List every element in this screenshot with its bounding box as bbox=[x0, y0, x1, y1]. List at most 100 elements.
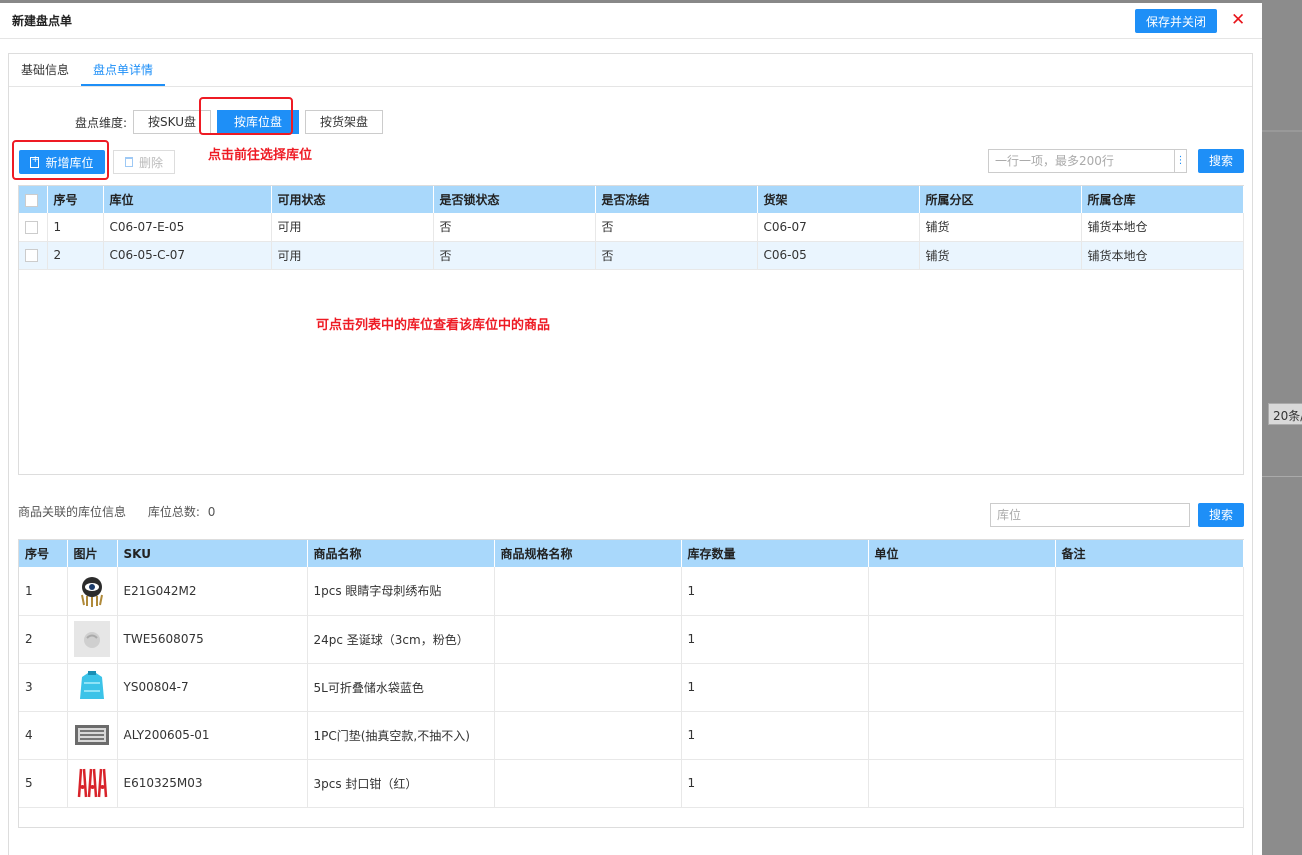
note-cell bbox=[1055, 615, 1244, 664]
product-name-cell: 5L可折叠储水袋蓝色 bbox=[307, 663, 495, 712]
product-table-header: 序号 图片 SKU 商品名称 商品规格名称 库存数量 单位 备注 bbox=[19, 540, 1244, 567]
unit-cell bbox=[868, 711, 1056, 760]
column-header: 序号 bbox=[19, 540, 68, 567]
sku-cell: YS00804-7 bbox=[117, 663, 308, 712]
product-name-cell: 1PC门垫(抽真空款,不抽不入) bbox=[307, 711, 495, 760]
modal-title: 新建盘点单 bbox=[12, 14, 73, 28]
column-header: 可用状态 bbox=[271, 186, 434, 213]
table-row[interactable]: 2 C06-05-C-07 可用 否 否 C06-05 铺货 铺货本地仓 bbox=[19, 241, 1244, 270]
table-cell: 否 bbox=[595, 241, 758, 270]
location-count: 0 bbox=[207, 505, 216, 519]
delete-button[interactable]: 删除 bbox=[113, 150, 175, 174]
spec-cell bbox=[494, 615, 682, 664]
column-header: 是否锁状态 bbox=[433, 186, 596, 213]
table-cell: 5 bbox=[19, 759, 68, 808]
location-link[interactable]: C06-05-C-07 bbox=[103, 241, 272, 270]
spec-cell bbox=[494, 759, 682, 808]
dimension-shelf-button[interactable]: 按货架盘 bbox=[305, 110, 384, 134]
column-header: SKU bbox=[117, 540, 308, 567]
product-location-search-input[interactable]: 库位 bbox=[990, 503, 1190, 527]
more-options-icon[interactable]: ⋮ bbox=[1174, 150, 1186, 172]
table-cell: C06-05 bbox=[757, 241, 920, 270]
product-search-button[interactable]: 搜索 bbox=[1198, 503, 1244, 527]
unit-cell bbox=[868, 615, 1056, 664]
sku-cell: ALY200605-01 bbox=[117, 711, 308, 760]
product-image bbox=[67, 663, 118, 712]
sealing-clip-icon bbox=[77, 768, 107, 798]
table-cell: 1 bbox=[47, 213, 104, 242]
spec-cell bbox=[494, 567, 682, 616]
column-header: 商品名称 bbox=[307, 540, 495, 567]
annotation-select-location: 点击前往选择库位 bbox=[208, 148, 313, 163]
trash-icon bbox=[124, 157, 133, 167]
table-row[interactable]: 1 C06-07-E-05 可用 否 否 C06-07 铺货 铺货本地仓 bbox=[19, 213, 1244, 242]
table-cell: 否 bbox=[433, 213, 596, 242]
note-cell bbox=[1055, 759, 1244, 808]
table-cell: 2 bbox=[47, 241, 104, 270]
select-all-checkbox[interactable] bbox=[19, 186, 48, 213]
product-image bbox=[67, 711, 118, 760]
save-and-close-button[interactable]: 保存并关闭 bbox=[1135, 9, 1217, 33]
table-cell: C06-07 bbox=[757, 213, 920, 242]
table-row[interactable]: 1 E21G042M2 1pcs 眼睛字母刺绣布贴 1 bbox=[19, 567, 1244, 616]
note-cell bbox=[1055, 663, 1244, 712]
location-search-input[interactable]: 一行一项，最多200行 ⋮ bbox=[988, 149, 1187, 173]
tab-bar: 基础信息 盘点单详情 bbox=[9, 54, 1252, 87]
table-cell: 3 bbox=[19, 663, 68, 712]
background-page bbox=[1262, 0, 1302, 855]
table-row[interactable]: 2 TWE5608075 24pc 圣诞球（3cm，粉色） 1 bbox=[19, 615, 1244, 664]
row-checkbox[interactable] bbox=[19, 241, 48, 270]
eye-patch-icon bbox=[80, 576, 103, 607]
door-mat-icon bbox=[74, 725, 109, 745]
qty-cell: 1 bbox=[681, 663, 869, 712]
spec-cell bbox=[494, 663, 682, 712]
product-image bbox=[67, 759, 118, 808]
table-cell: 铺货 bbox=[919, 241, 1082, 270]
qty-cell: 1 bbox=[681, 759, 869, 808]
column-header: 商品规格名称 bbox=[494, 540, 682, 567]
spec-cell bbox=[494, 711, 682, 760]
column-header: 库存数量 bbox=[681, 540, 869, 567]
product-name-cell: 24pc 圣诞球（3cm，粉色） bbox=[307, 615, 495, 664]
column-header: 货架 bbox=[757, 186, 920, 213]
dimension-label: 盘点维度: bbox=[75, 115, 128, 130]
unit-cell bbox=[868, 663, 1056, 712]
tab-stocktake-detail[interactable]: 盘点单详情 bbox=[81, 54, 166, 86]
table-cell: 可用 bbox=[271, 213, 434, 242]
ornament-ball-icon bbox=[73, 621, 110, 657]
modal-header: 新建盘点单 保存并关闭 ✕ bbox=[0, 3, 1262, 39]
qty-cell: 1 bbox=[681, 615, 869, 664]
table-cell: 可用 bbox=[271, 241, 434, 270]
location-table: 序号 库位 可用状态 是否锁状态 是否冻结 货架 所属分区 所属仓库 1 C06… bbox=[18, 185, 1244, 475]
product-name-cell: 1pcs 眼睛字母刺绣布贴 bbox=[307, 567, 495, 616]
location-search-placeholder: 一行一项，最多200行 bbox=[995, 154, 1114, 168]
delete-label: 删除 bbox=[138, 155, 163, 170]
row-checkbox[interactable] bbox=[19, 213, 48, 242]
table-cell: 否 bbox=[595, 213, 758, 242]
column-header: 库位 bbox=[103, 186, 272, 213]
column-header: 序号 bbox=[47, 186, 104, 213]
product-section-title: 商品关联的库位信息 bbox=[18, 505, 127, 519]
product-image bbox=[67, 567, 118, 616]
unit-cell bbox=[868, 567, 1056, 616]
location-count-label: 库位总数: bbox=[147, 505, 200, 519]
location-link[interactable]: C06-07-E-05 bbox=[103, 213, 272, 242]
table-cell: 铺货本地仓 bbox=[1081, 213, 1244, 242]
sku-cell: E21G042M2 bbox=[117, 567, 308, 616]
close-icon[interactable]: ✕ bbox=[1231, 8, 1245, 32]
table-cell: 4 bbox=[19, 711, 68, 760]
tab-basic-info[interactable]: 基础信息 bbox=[9, 54, 81, 86]
column-header: 单位 bbox=[868, 540, 1056, 567]
column-header: 备注 bbox=[1055, 540, 1244, 567]
table-row[interactable]: 4 ALY200605-01 1PC门垫(抽真空款,不抽不入) 1 bbox=[19, 711, 1244, 760]
table-cell: 否 bbox=[433, 241, 596, 270]
table-cell: 2 bbox=[19, 615, 68, 664]
note-cell bbox=[1055, 567, 1244, 616]
table-row[interactable]: 3 YS00804-7 5L可折叠储水袋蓝色 1 bbox=[19, 663, 1244, 712]
table-row[interactable]: 5 E610325M03 3pcs 封口钳（红） 1 bbox=[19, 759, 1244, 808]
location-search-button[interactable]: 搜索 bbox=[1198, 149, 1244, 173]
product-image bbox=[67, 615, 118, 664]
location-table-header: 序号 库位 可用状态 是否锁状态 是否冻结 货架 所属分区 所属仓库 bbox=[19, 186, 1244, 213]
table-cell: 铺货 bbox=[919, 213, 1082, 242]
qty-cell: 1 bbox=[681, 567, 869, 616]
